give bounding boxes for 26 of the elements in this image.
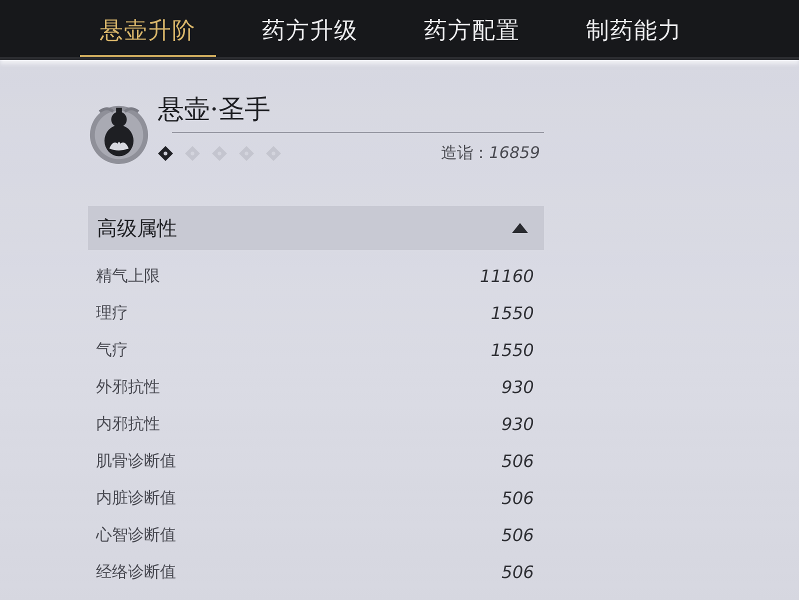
attribute-label: 精气上限	[96, 266, 160, 287]
attribute-label: 经络诊断值	[96, 562, 176, 583]
tab[interactable]: 制药能力	[566, 5, 702, 57]
attribute-label: 外邪抗性	[96, 377, 160, 398]
title-text: 悬壶·圣手	[158, 94, 272, 127]
attribute-value: 1550	[490, 304, 534, 324]
attribute-label: 肌骨诊断值	[96, 451, 176, 472]
attribute-value: 930	[502, 414, 534, 434]
section-header[interactable]: 高级属性	[88, 206, 544, 250]
attribute-label: 心智诊断值	[96, 525, 176, 546]
attribute-value: 930	[502, 378, 534, 398]
mastery-label: 造诣：	[441, 143, 490, 164]
attribute-label: 内脏诊断值	[96, 488, 176, 509]
attribute-value: 506	[502, 526, 534, 546]
attribute-value: 506	[502, 488, 534, 508]
tab[interactable]: 药方升级	[242, 5, 378, 57]
attribute-value: 1550	[490, 340, 534, 360]
attribute-value: 11160	[480, 266, 534, 286]
tab[interactable]: 药方配置	[404, 5, 540, 57]
attribute-label: 内邪抗性	[96, 414, 160, 435]
attribute-label: 气疗	[96, 340, 128, 361]
attribute-value: 506	[502, 452, 534, 472]
mastery-value: 16859	[489, 143, 540, 162]
tab[interactable]: 悬壶升阶	[80, 5, 216, 57]
attribute-label: 理疗	[96, 303, 128, 324]
attribute-value: 506	[502, 562, 534, 582]
